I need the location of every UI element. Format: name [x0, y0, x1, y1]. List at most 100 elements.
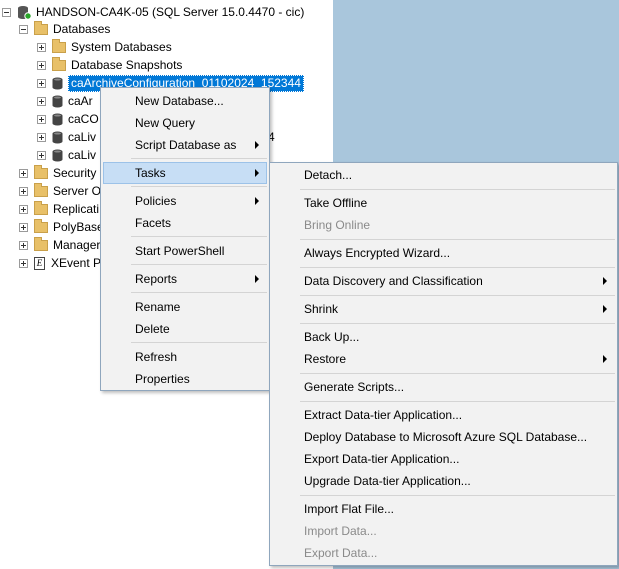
expand-icon[interactable] — [37, 60, 46, 70]
expand-icon[interactable] — [19, 222, 28, 232]
database-icon — [52, 131, 63, 143]
menu-item-restore[interactable]: Restore — [272, 348, 615, 370]
menu-item-label: Extract Data-tier Application... — [304, 408, 463, 422]
tree-node-management[interactable]: Manager — [19, 236, 100, 254]
menu-item-facets[interactable]: Facets — [103, 212, 267, 234]
menu-item-label: Upgrade Data-tier Application... — [304, 474, 471, 488]
expand-icon[interactable] — [37, 150, 46, 160]
expand-icon[interactable] — [19, 204, 28, 214]
security-label: Security — [53, 166, 97, 180]
tree-node-database-snapshots[interactable]: Database Snapshots — [37, 56, 182, 74]
folder-icon — [34, 200, 48, 215]
menu-item-label: Start PowerShell — [135, 244, 225, 258]
tree-node-polybase[interactable]: PolyBase — [19, 218, 104, 236]
menu-separator — [131, 186, 267, 187]
tree-node-security[interactable]: Security — [19, 164, 96, 182]
server-label: HANDSON-CA4K-05 (SQL Server 15.0.4470 - … — [36, 5, 305, 19]
menu-separator — [300, 189, 615, 190]
menu-separator — [131, 342, 267, 343]
menu-separator — [300, 267, 615, 268]
menu-item-label: Detach... — [304, 168, 353, 182]
folder-icon — [34, 20, 48, 35]
menu-item-label: Restore — [304, 352, 347, 366]
menu-item-detach[interactable]: Detach... — [272, 164, 615, 186]
xevent-profiler-icon: E — [34, 256, 45, 270]
menu-item-label: Bring Online — [304, 218, 371, 232]
menu-item-new-query[interactable]: New Query — [103, 112, 267, 134]
expand-icon[interactable] — [37, 78, 46, 88]
menu-separator — [131, 158, 267, 159]
expand-icon[interactable] — [37, 42, 46, 52]
menu-item-import-flat-file[interactable]: Import Flat File... — [272, 498, 615, 520]
replication-label: Replicati — [53, 202, 100, 216]
tree-node-server[interactable]: HANDSON-CA4K-05 (SQL Server 15.0.4470 - … — [2, 3, 304, 21]
menu-item-always-encrypted[interactable]: Always Encrypted Wizard... — [272, 242, 615, 264]
menu-item-label: Tasks — [135, 166, 166, 180]
menu-item-label: Policies — [135, 194, 177, 208]
menu-item-tasks[interactable]: Tasks — [103, 162, 267, 184]
menu-item-extract-dac[interactable]: Extract Data-tier Application... — [272, 404, 615, 426]
server-icon — [18, 5, 31, 20]
tree-node-replication[interactable]: Replicati — [19, 200, 99, 218]
menu-item-delete[interactable]: Delete — [103, 318, 267, 340]
menu-item-start-powershell[interactable]: Start PowerShell — [103, 240, 267, 262]
menu-item-label: Take Offline — [304, 196, 368, 210]
tree-node-db-3[interactable]: caCO — [37, 110, 99, 128]
submenu-arrow-icon — [255, 141, 259, 149]
menu-item-label: Shrink — [304, 302, 339, 316]
menu-item-label: Import Flat File... — [304, 502, 395, 516]
menu-item-take-offline[interactable]: Take Offline — [272, 192, 615, 214]
menu-item-shrink[interactable]: Shrink — [272, 298, 615, 320]
tree-node-db-4[interactable]: caLiv — [37, 128, 96, 146]
menu-item-label: Data Discovery and Classification — [304, 274, 483, 288]
menu-item-label: Script Database as — [135, 138, 237, 152]
menu-separator — [131, 264, 267, 265]
menu-separator — [300, 239, 615, 240]
folder-icon — [34, 164, 48, 179]
submenu-arrow-icon — [603, 355, 607, 363]
tree-node-db-2[interactable]: caAr — [37, 92, 93, 110]
database-icon — [52, 113, 63, 125]
menu-item-generate-scripts[interactable]: Generate Scripts... — [272, 376, 615, 398]
database-icon — [52, 95, 63, 107]
folder-icon — [52, 56, 66, 71]
tree-node-db-5[interactable]: caLiv — [37, 146, 96, 164]
menu-item-label: Delete — [135, 322, 170, 336]
menu-item-new-database[interactable]: New Database... — [103, 90, 267, 112]
submenu-arrow-icon — [603, 305, 607, 313]
folder-icon — [34, 182, 48, 197]
menu-item-rename[interactable]: Rename — [103, 296, 267, 318]
collapse-icon[interactable] — [2, 7, 11, 17]
expand-icon[interactable] — [37, 96, 46, 106]
menu-item-properties[interactable]: Properties — [103, 368, 267, 390]
expand-icon[interactable] — [19, 186, 28, 196]
expand-icon[interactable] — [19, 258, 28, 268]
menu-item-script-database-as[interactable]: Script Database as — [103, 134, 267, 156]
menu-item-label: Rename — [135, 300, 181, 314]
tree-node-server-objects[interactable]: Server O — [19, 182, 101, 200]
expand-icon[interactable] — [37, 114, 46, 124]
expand-icon[interactable] — [37, 132, 46, 142]
database-icon — [52, 77, 63, 89]
menu-item-deploy-azure[interactable]: Deploy Database to Microsoft Azure SQL D… — [272, 426, 615, 448]
menu-item-export-dac[interactable]: Export Data-tier Application... — [272, 448, 615, 470]
tree-node-system-databases[interactable]: System Databases — [37, 38, 172, 56]
menu-item-refresh[interactable]: Refresh — [103, 346, 267, 368]
expand-icon[interactable] — [19, 240, 28, 250]
collapse-icon[interactable] — [19, 24, 28, 34]
management-label: Manager — [53, 238, 101, 252]
menu-item-label: Always Encrypted Wizard... — [304, 246, 451, 260]
menu-item-import-data: Import Data... — [272, 520, 615, 542]
menu-item-policies[interactable]: Policies — [103, 190, 267, 212]
server-objects-label: Server O — [53, 184, 102, 198]
tree-node-databases[interactable]: Databases — [19, 20, 110, 38]
menu-item-data-discovery[interactable]: Data Discovery and Classification — [272, 270, 615, 292]
menu-item-reports[interactable]: Reports — [103, 268, 267, 290]
tree-node-xevent[interactable]: E XEvent P — [19, 254, 101, 272]
menu-separator — [131, 292, 267, 293]
database-label: caLiv — [68, 148, 97, 162]
menu-item-upgrade-dac[interactable]: Upgrade Data-tier Application... — [272, 470, 615, 492]
expand-icon[interactable] — [19, 168, 28, 178]
menu-item-back-up[interactable]: Back Up... — [272, 326, 615, 348]
folder-icon — [52, 38, 66, 53]
